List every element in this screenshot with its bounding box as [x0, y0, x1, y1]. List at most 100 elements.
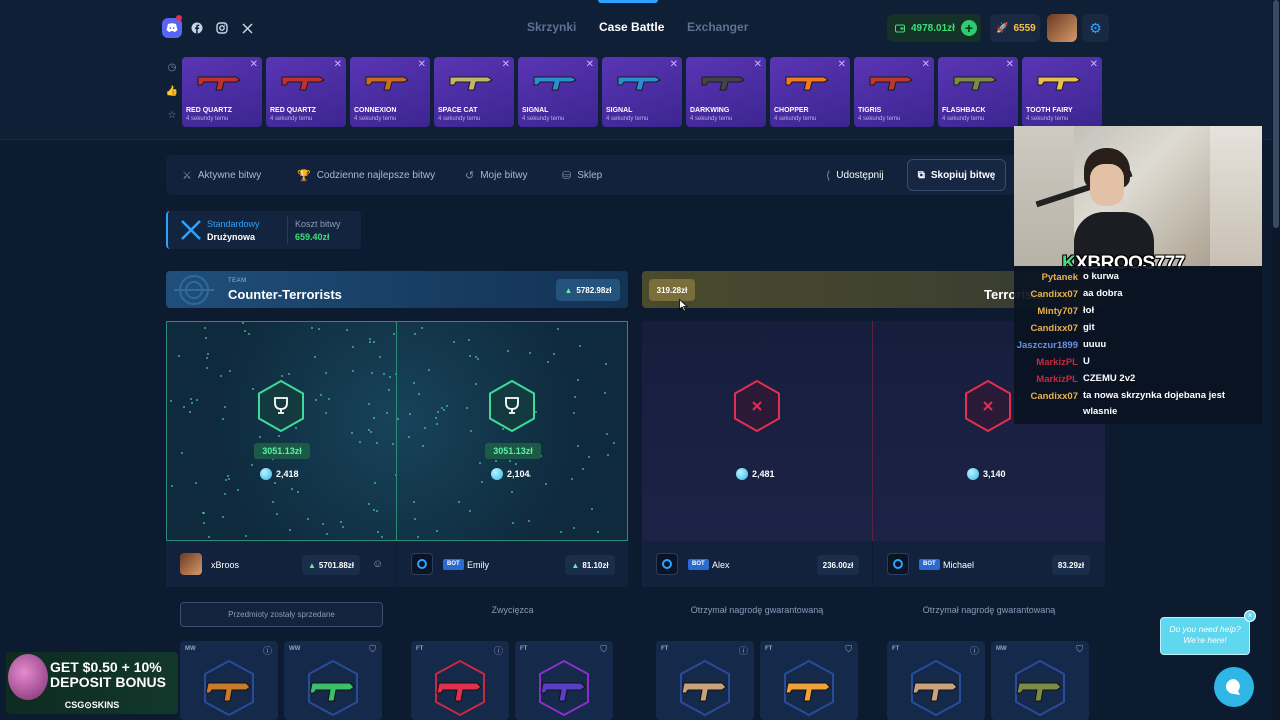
sparkle — [297, 490, 300, 493]
gem-icon — [260, 468, 272, 480]
drop-card[interactable]: ✕ CONNEXION 4 sekundy temu — [350, 57, 430, 127]
item-quality: FT — [765, 646, 773, 652]
drop-card[interactable]: ✕ SIGNAL 4 sekundy temu — [518, 57, 598, 127]
close-icon[interactable]: ✕ — [502, 59, 510, 70]
sparkle — [375, 441, 378, 444]
sparkle — [573, 396, 576, 399]
team-t-value-text: 319.28zł — [656, 285, 688, 295]
drop-card[interactable]: ✕ TIGRIS 4 sekundy temu — [854, 57, 934, 127]
close-icon[interactable]: ✕ — [838, 59, 846, 70]
info-icon[interactable]: ⓘ — [494, 644, 503, 657]
help-bubble[interactable]: Do you need help? We're here! — [1160, 617, 1250, 655]
sparkle — [457, 501, 460, 504]
avatar[interactable] — [180, 553, 202, 575]
my-battles-link[interactable]: ↺ Moje bitwy — [465, 169, 527, 182]
sparkle — [183, 406, 186, 409]
close-icon[interactable]: ✕ — [922, 59, 930, 70]
drop-card[interactable]: ✕ SIGNAL 4 sekundy temu — [602, 57, 682, 127]
close-icon[interactable]: ✕ — [670, 59, 678, 70]
player-name[interactable]: Michael — [943, 560, 974, 570]
ct-arena — [166, 321, 628, 541]
slot-count: 2,104 — [491, 468, 530, 480]
nav-exchanger[interactable]: Exchanger — [687, 20, 748, 34]
close-icon[interactable]: ✕ — [418, 59, 426, 70]
drop-card[interactable]: ✕ RED QUARTZ 4 sekundy temu — [266, 57, 346, 127]
info-icon[interactable]: ⓘ — [263, 644, 272, 657]
deposit-button[interactable]: + — [961, 20, 977, 36]
close-icon[interactable]: × — [1244, 610, 1256, 622]
item-card[interactable]: FT ⛉ — [515, 641, 613, 720]
slot-count-value: 3,140 — [983, 469, 1006, 479]
sparkle — [423, 427, 426, 430]
sparkle — [597, 531, 600, 534]
sparkle — [436, 410, 439, 413]
drop-card[interactable]: ✕ RED QUARTZ 4 sekundy temu — [182, 57, 262, 127]
nav-case-battle[interactable]: Case Battle — [599, 20, 664, 34]
shop-link[interactable]: ⛁ Sklep — [562, 169, 602, 182]
active-battles-link[interactable]: ⚔ Aktywne bitwy — [182, 169, 261, 182]
item-card[interactable]: FT ⓘ — [656, 641, 754, 720]
sparkle — [371, 372, 374, 375]
close-icon[interactable]: ✕ — [1006, 59, 1014, 70]
drop-time: 4 sekundy temu — [606, 116, 649, 122]
drop-card[interactable]: ✕ CHOPPER 4 sekundy temu — [770, 57, 850, 127]
copy-battle-button[interactable]: ⧉ Skopiuj bitwę — [907, 159, 1006, 191]
slot-count-value: 2,104 — [507, 469, 530, 479]
facebook-icon[interactable] — [187, 18, 207, 38]
item-card[interactable]: FT ⓘ — [887, 641, 985, 720]
daily-best-battles-link[interactable]: 🏆 Codzienne najlepsze bitwy — [297, 169, 435, 182]
sparkle — [222, 516, 225, 519]
sparkle — [373, 508, 376, 511]
nav-skrzynki[interactable]: Skrzynki — [527, 20, 576, 34]
item-card[interactable]: MW ⛉ — [991, 641, 1089, 720]
star-icon[interactable]: ☆ — [165, 110, 179, 124]
emoji-icon[interactable]: ☺ — [372, 558, 383, 570]
item-card[interactable]: WW ⛉ — [284, 641, 382, 720]
weapon-image — [365, 76, 409, 91]
deposit-bonus-banner[interactable]: GET $0.50 + 10% DEPOSIT BONUS CSG⊙SKINS — [6, 652, 178, 714]
share-button[interactable]: ⟨ Udostępnij — [826, 169, 884, 182]
shield-check-icon[interactable]: ⛉ — [600, 644, 607, 655]
weapon-image — [449, 76, 493, 91]
wallet-balance[interactable]: 4978.01zł + — [887, 14, 981, 42]
trophy-icon: 🏆 — [297, 170, 311, 182]
close-icon[interactable]: ✕ — [586, 59, 594, 70]
x-icon[interactable] — [237, 18, 257, 38]
live-chat-button[interactable] — [1214, 667, 1254, 707]
shield-check-icon[interactable]: ⛉ — [1076, 644, 1083, 655]
sparkle — [319, 394, 322, 397]
drop-card[interactable]: ✕ TOOTH FAIRY 4 sekundy temu — [1022, 57, 1102, 127]
drop-card[interactable]: ✕ DARKWING 4 sekundy temu — [686, 57, 766, 127]
close-icon[interactable]: ✕ — [1090, 59, 1098, 70]
player-name[interactable]: Emily — [467, 560, 489, 570]
shield-check-icon[interactable]: ⛉ — [369, 644, 376, 655]
close-icon[interactable]: ✕ — [250, 59, 258, 70]
item-card[interactable]: MW ⓘ — [180, 641, 278, 720]
items-sold-button[interactable]: Przedmioty zostały sprzedane — [180, 602, 383, 627]
instagram-icon[interactable] — [212, 18, 232, 38]
scrollbar-thumb[interactable] — [1273, 0, 1279, 228]
drop-card[interactable]: ✕ FLASHBACK 4 sekundy temu — [938, 57, 1018, 127]
discord-icon[interactable] — [162, 18, 182, 38]
close-icon[interactable]: ✕ — [754, 59, 762, 70]
lost-x-icon — [965, 380, 1011, 432]
drop-name: SIGNAL — [606, 107, 633, 114]
user-avatar[interactable] — [1047, 14, 1077, 42]
info-icon[interactable]: ⓘ — [739, 644, 748, 657]
clock-icon[interactable]: ◷ — [165, 62, 179, 76]
player-name[interactable]: Alex — [712, 560, 730, 570]
thumbs-up-icon[interactable]: 👍 — [165, 86, 179, 100]
item-card[interactable]: FT ⓘ — [411, 641, 509, 720]
arena-divider — [872, 321, 873, 541]
drop-name: TIGRIS — [858, 107, 882, 114]
close-icon[interactable]: ✕ — [334, 59, 342, 70]
drop-time: 4 sekundy temu — [186, 116, 229, 122]
drop-card[interactable]: ✕ SPACE CAT 4 sekundy temu — [434, 57, 514, 127]
item-card[interactable]: FT ⛉ — [760, 641, 858, 720]
sparkle — [340, 521, 343, 524]
gear-icon[interactable]: ⚙ — [1082, 14, 1109, 42]
shield-check-icon[interactable]: ⛉ — [845, 644, 852, 655]
player-name[interactable]: xBroos — [211, 560, 239, 570]
coin-balance[interactable]: 🚀 6559 — [990, 14, 1040, 42]
info-icon[interactable]: ⓘ — [970, 644, 979, 657]
